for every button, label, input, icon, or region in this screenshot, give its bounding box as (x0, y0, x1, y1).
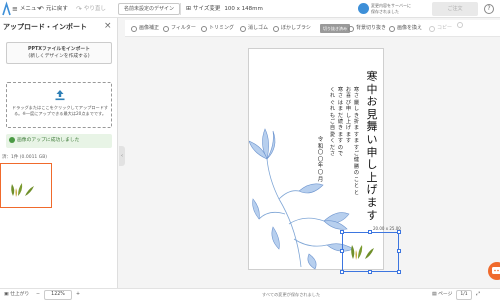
tool-label: 背景切り抜き (356, 25, 387, 31)
divider (180, 3, 181, 15)
cloud-saved-icon (358, 3, 369, 14)
resize-icon: ⊞ (186, 5, 192, 12)
size-value: 100 x 148mm (224, 6, 263, 12)
redo-icon: ↷ (76, 5, 82, 13)
resize-handle[interactable] (397, 249, 401, 253)
preview-icon: ▣ (4, 292, 9, 297)
tool-label: コピー (437, 25, 453, 31)
hamburger-icon: ≡ (12, 5, 18, 13)
tool-label: 消しゴム (248, 25, 269, 31)
card-date: 令和〇〇年〇月 (317, 137, 324, 183)
chat-icon (492, 267, 500, 274)
design-name-button[interactable]: 名前未設定のデザイン (118, 3, 181, 15)
upload-success-message: 画像のアップに成功しました (6, 134, 112, 148)
card-text-col-1: 寒さ厳しき折ますますご健勝のことと (353, 87, 360, 196)
redo-label: やり直し (83, 6, 106, 12)
app-logo-icon (2, 1, 11, 16)
finish-preview-label: 仕上がり (10, 292, 30, 297)
filter-icon (163, 25, 169, 32)
page-label-text: ページ (438, 292, 453, 297)
upload-dropzone[interactable]: ドラッグまたはここをクリックしてアップロードす る。※一度にアップできる最大は2… (6, 82, 112, 128)
cutout-icon (348, 25, 354, 32)
uploaded-image-thumbnail[interactable] (0, 163, 52, 208)
card-text-col-2: お喜び申し上げます (345, 87, 352, 145)
save-status-line1: 変更内容をサーバーに (371, 3, 411, 8)
resize-handle[interactable] (340, 270, 344, 274)
tool-label: 画像補正 (139, 25, 160, 31)
tool-replace-image[interactable]: 画像を換え (389, 22, 422, 35)
card-text-col-3: 寒さはまだ続きますので (337, 87, 344, 158)
zoom-out-icon[interactable]: − (36, 289, 40, 300)
tool-label: フィルター (171, 25, 196, 31)
panel-title: アップロード・インポート (3, 23, 87, 31)
finish-preview-button[interactable]: ▣ 仕上がり (4, 289, 29, 300)
tool-label: トリミング (209, 25, 235, 31)
crop-icon (201, 25, 207, 32)
tool-eraser[interactable]: 消しゴム (240, 22, 268, 35)
check-icon (9, 136, 15, 143)
image-toolbar: 画像補正 フィルター トリミング 消しゴム ぼかしブラシ 切り抜き済み 背景切り… (125, 20, 500, 37)
resize-button[interactable]: ⊞ サイズ変更 100 x 148mm (186, 3, 263, 15)
blur-brush-icon (273, 25, 279, 32)
cutout-done-badge: 切り抜き済み (320, 24, 350, 33)
zoom-in-icon[interactable]: + (76, 289, 80, 300)
upload-count: 済：1件 (0.0011 GB) (2, 155, 48, 160)
tool-label: 画像を換え (397, 25, 423, 31)
card-text-col-4: くれぐれもご自愛くださ (329, 87, 336, 158)
tool-trimming[interactable]: トリミング (201, 22, 234, 35)
chat-support-button[interactable] (488, 262, 500, 280)
copy-icon (429, 25, 435, 32)
tool-label: ぼかしブラシ (281, 25, 311, 31)
close-icon[interactable]: × (104, 21, 112, 31)
tool-adjust[interactable]: 画像補正 (131, 22, 159, 35)
resize-handle[interactable] (340, 249, 344, 253)
tool-background-cutout[interactable]: 背景切り抜き (348, 22, 386, 35)
resize-handle[interactable] (340, 230, 344, 234)
dropzone-text: ドラッグまたはここをクリックしてアップロードす る。※一度にアップできる最大は2… (7, 105, 113, 117)
save-status-line2: 保存されました (371, 8, 399, 14)
success-text: 画像のアップに成功しました (17, 138, 80, 143)
eraser-icon (240, 25, 246, 32)
more-icon (457, 22, 463, 28)
pages-icon: ▤ (432, 292, 437, 297)
card-title-vertical: 寒中お見舞い申し上げます (366, 70, 378, 222)
resize-label: サイズ変更 (193, 6, 221, 12)
upload-panel: アップロード・インポート × PPTXファイルをインポート (新しくデザインを作… (0, 18, 118, 288)
order-button[interactable]: ご注文 (432, 2, 478, 16)
undo-icon: ↶ (38, 5, 44, 13)
replace-icon (389, 25, 395, 32)
bottom-bar: ▣ 仕上がり − 122% + すべての変更が保存されました ▤ ページ 1/1… (0, 288, 500, 300)
zoom-level[interactable]: 122% (44, 290, 72, 300)
import-button-sublabel: (新しくデザインを作成する) (28, 53, 90, 59)
resize-handle[interactable] (397, 230, 401, 234)
panel-collapse-handle[interactable]: ‹ (119, 146, 125, 166)
tool-copy[interactable]: コピー (429, 22, 452, 35)
selection-box[interactable] (340, 230, 401, 274)
pptx-import-button[interactable]: PPTXファイルをインポート (新しくデザインを作成する) (6, 42, 112, 64)
top-bar: ≡ メニュー ↶ 元に戻す ↷ やり直し 名前未設定のデザイン ⊞ サイズ変更 … (0, 0, 500, 18)
resize-handle[interactable] (368, 270, 372, 274)
adjust-icon (131, 25, 137, 32)
resize-handle[interactable] (397, 270, 401, 274)
save-status: 変更内容をサーバーに 保存されました (371, 3, 411, 14)
tool-blur-brush[interactable]: ぼかしブラシ (273, 22, 311, 35)
fullscreen-icon[interactable]: ⤢ (476, 289, 480, 300)
dropzone-text-line2: る。※一度にアップできる最大は20点までです。 (13, 111, 107, 116)
leaves-thumbnail-icon (11, 183, 34, 197)
autosave-status: すべての変更が保存されました (262, 292, 321, 297)
undo-button[interactable]: ↶ 元に戻す (38, 3, 68, 15)
redo-button[interactable]: ↷ やり直し (76, 3, 106, 15)
upload-icon (55, 90, 65, 101)
resize-handle[interactable] (368, 230, 372, 234)
undo-label: 元に戻す (45, 6, 68, 12)
tool-filter[interactable]: フィルター (163, 22, 196, 35)
tool-more[interactable] (457, 22, 463, 28)
page-label: ▤ ページ (432, 289, 452, 300)
page-indicator[interactable]: 1/1 (456, 290, 472, 300)
help-icon[interactable]: ? (484, 4, 494, 14)
